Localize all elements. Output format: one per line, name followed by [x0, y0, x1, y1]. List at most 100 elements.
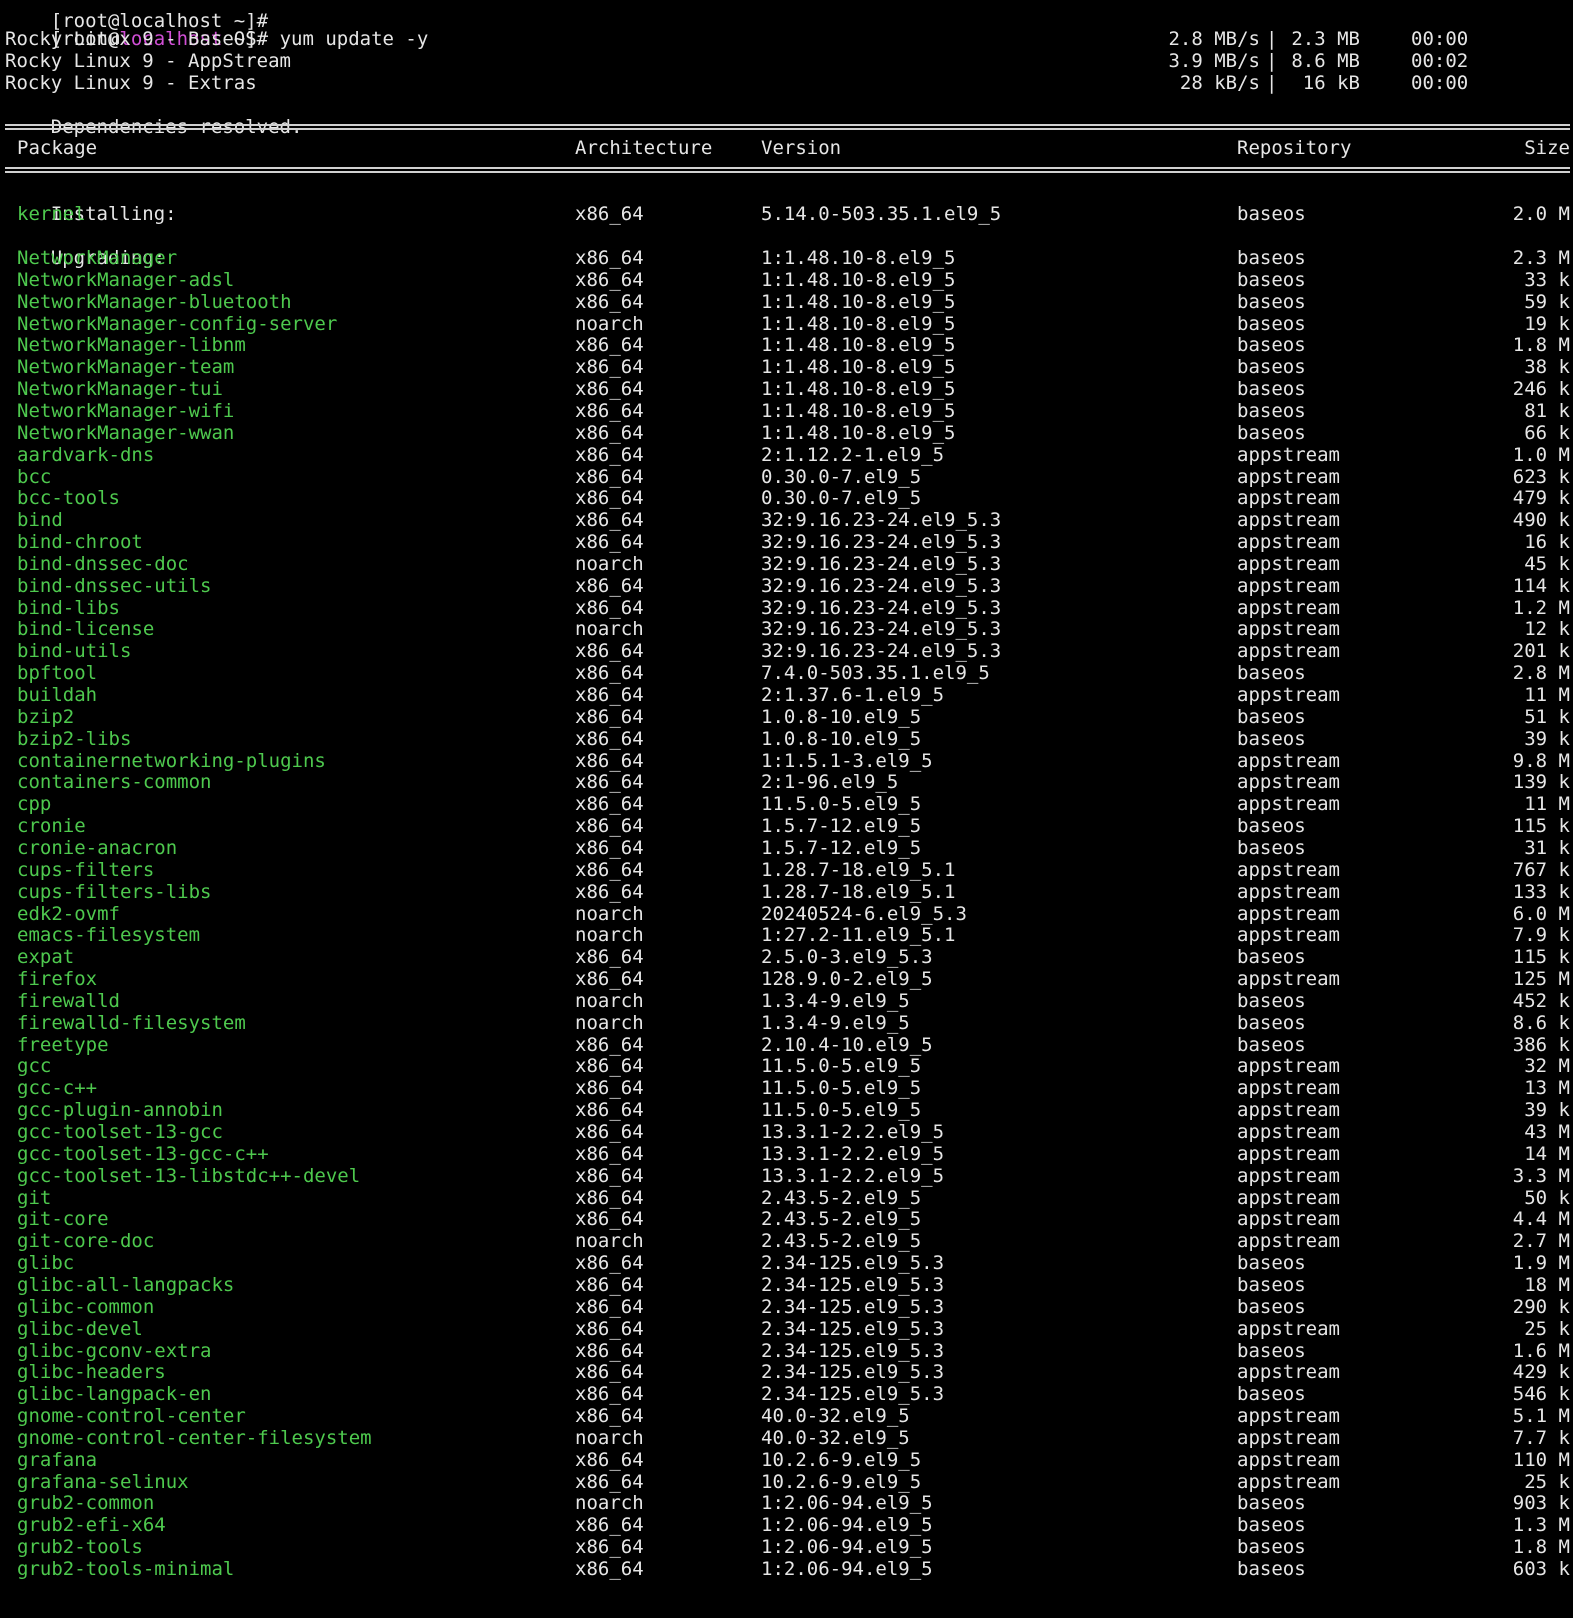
package-size: 25 k	[1524, 1471, 1570, 1493]
package-size: 12 k	[1524, 618, 1570, 640]
package-arch: noarch	[575, 313, 644, 335]
package-name: grub2-tools-minimal	[17, 1558, 235, 1580]
package-size: 2.8 M	[1512, 662, 1570, 684]
package-arch: x86_64	[575, 1558, 644, 1580]
package-size: 16 k	[1524, 531, 1570, 553]
table-row: NetworkManager-config-server noarch 1:1.48…	[5, 313, 1570, 335]
package-repo: appstream	[1237, 553, 1340, 575]
package-arch: x86_64	[575, 466, 644, 488]
table-row: NetworkManager-wifi x86_64 1:1.48.10-8.el9…	[5, 400, 1570, 422]
package-size: 1.3 M	[1512, 1514, 1570, 1536]
package-repo: appstream	[1237, 1361, 1340, 1383]
package-version: 1:1.48.10-8.el9_5	[761, 291, 956, 313]
package-size: 9.8 M	[1512, 750, 1570, 772]
header-version: Version	[761, 137, 842, 159]
package-repo: baseos	[1237, 291, 1306, 313]
table-row: grub2-tools x86_64 1:2.06-94.el9_5 baseos 1.…	[5, 1536, 1570, 1558]
repo-name: Rocky Linux 9 - AppStream	[5, 50, 291, 72]
package-arch: x86_64	[575, 334, 644, 356]
package-version: 11.5.0-5.el9_5	[761, 1099, 922, 1121]
repo-name: Rocky Linux 9 - Extras	[5, 72, 257, 94]
table-row: glibc-gconv-extra x86_64 2.34-125.el9_5.3 b…	[5, 1340, 1570, 1362]
package-version: 0.30.0-7.el9_5	[761, 466, 922, 488]
table-row: expat x86_64 2.5.0-3.el9_5.3 baseos 115 k	[5, 946, 1570, 968]
package-arch: x86_64	[575, 487, 644, 509]
package-size: 4.4 M	[1512, 1208, 1570, 1230]
package-size: 246 k	[1512, 378, 1570, 400]
package-name: bind-libs	[17, 597, 120, 619]
package-version: 1:2.06-94.el9_5	[761, 1558, 933, 1580]
package-version: 1.5.7-12.el9_5	[761, 837, 922, 859]
package-name: glibc-langpack-en	[17, 1383, 212, 1405]
package-arch: x86_64	[575, 1340, 644, 1362]
package-version: 1:1.5.1-3.el9_5	[761, 750, 933, 772]
package-version: 2:1-96.el9_5	[761, 771, 899, 793]
package-arch: x86_64	[575, 1318, 644, 1340]
package-name: grafana	[17, 1449, 98, 1471]
package-repo: baseos	[1237, 356, 1306, 378]
repo-line: Rocky Linux 9 - AppStream 3.9 MB/s | 8.6…	[5, 50, 1570, 72]
package-name: containernetworking-plugins	[17, 750, 326, 772]
package-repo: baseos	[1237, 1514, 1306, 1536]
table-row: NetworkManager-wwan x86_64 1:1.48.10-8.el9…	[5, 422, 1570, 444]
package-name: glibc-gconv-extra	[17, 1340, 212, 1362]
package-size: 11 M	[1524, 793, 1570, 815]
package-size: 903 k	[1512, 1492, 1570, 1514]
package-repo: baseos	[1237, 728, 1306, 750]
package-version: 1:1.48.10-8.el9_5	[761, 313, 956, 335]
package-repo: baseos	[1237, 269, 1306, 291]
package-repo: baseos	[1237, 422, 1306, 444]
repo-name: Rocky Linux 9 - BaseOS	[5, 28, 257, 50]
package-size: 1.0 M	[1512, 444, 1570, 466]
table-row: buildah x86_64 2:1.37.6-1.el9_5 appstream 11…	[5, 684, 1570, 706]
package-repo: appstream	[1237, 1318, 1340, 1340]
package-size: 13 M	[1524, 1077, 1570, 1099]
repo-time: 00:02	[1411, 50, 1469, 72]
package-repo: baseos	[1237, 400, 1306, 422]
package-name: grub2-efi-x64	[17, 1514, 166, 1536]
header-package: Package	[17, 137, 98, 159]
terminal-window[interactable]: [root@localhost ~]# [root@localhost ~]# …	[0, 0, 1573, 1618]
package-size: 31 k	[1524, 837, 1570, 859]
package-repo: appstream	[1237, 903, 1340, 925]
table-row: aardvark-dns x86_64 2:1.12.2-1.el9_5 appstr…	[5, 444, 1570, 466]
table-row: grafana-selinux x86_64 10.2.6-9.el9_5 appst…	[5, 1471, 1570, 1493]
package-name: firewalld	[17, 990, 120, 1012]
package-version: 32:9.16.23-24.el9_5.3	[761, 509, 1002, 531]
package-name: cups-filters	[17, 859, 155, 881]
package-name: grub2-common	[17, 1492, 155, 1514]
package-version: 1.28.7-18.el9_5.1	[761, 881, 956, 903]
package-name: gcc-toolset-13-libstdc++-devel	[17, 1165, 361, 1187]
status-line: Dependencies resolved.	[5, 94, 303, 138]
table-row: bind-dnssec-utils x86_64 32:9.16.23-24.el9…	[5, 575, 1570, 597]
package-version: 2.34-125.el9_5.3	[761, 1296, 945, 1318]
table-row: cronie-anacron x86_64 1.5.7-12.el9_5 baseos…	[5, 837, 1570, 859]
package-repo: baseos	[1237, 815, 1306, 837]
package-size: 767 k	[1512, 859, 1570, 881]
table-row: bind-utils x86_64 32:9.16.23-24.el9_5.3 app…	[5, 640, 1570, 662]
package-version: 1.5.7-12.el9_5	[761, 815, 922, 837]
package-name: bind-utils	[17, 640, 132, 662]
table-row: gcc-plugin-annobin x86_64 11.5.0-5.el9_5 ap…	[5, 1099, 1570, 1121]
package-size: 43 M	[1524, 1121, 1570, 1143]
package-size: 623 k	[1512, 466, 1570, 488]
package-size: 45 k	[1524, 553, 1570, 575]
table-separator-top	[5, 122, 1570, 134]
package-arch: x86_64	[575, 750, 644, 772]
table-row: glibc-all-langpacks x86_64 2.34-125.el9_5.…	[5, 1274, 1570, 1296]
repo-size: 8.6 MB	[1291, 50, 1360, 72]
package-arch: x86_64	[575, 269, 644, 291]
package-name: NetworkManager-adsl	[17, 269, 235, 291]
package-version: 5.14.0-503.35.1.el9_5	[761, 203, 1002, 225]
table-row: bzip2 x86_64 1.0.8-10.el9_5 baseos 51 k	[5, 706, 1570, 728]
package-arch: x86_64	[575, 684, 644, 706]
package-arch: x86_64	[575, 1208, 644, 1230]
header-repository: Repository	[1237, 137, 1352, 159]
package-repo: baseos	[1237, 1252, 1306, 1274]
package-repo: baseos	[1237, 1558, 1306, 1580]
table-row: gnome-control-center x86_64 40.0-32.el9_5 a…	[5, 1405, 1570, 1427]
package-version: 2.43.5-2.el9_5	[761, 1208, 922, 1230]
section-upgrading: Upgrading:	[5, 225, 165, 269]
package-arch: x86_64	[575, 1405, 644, 1427]
package-name: gcc-plugin-annobin	[17, 1099, 223, 1121]
